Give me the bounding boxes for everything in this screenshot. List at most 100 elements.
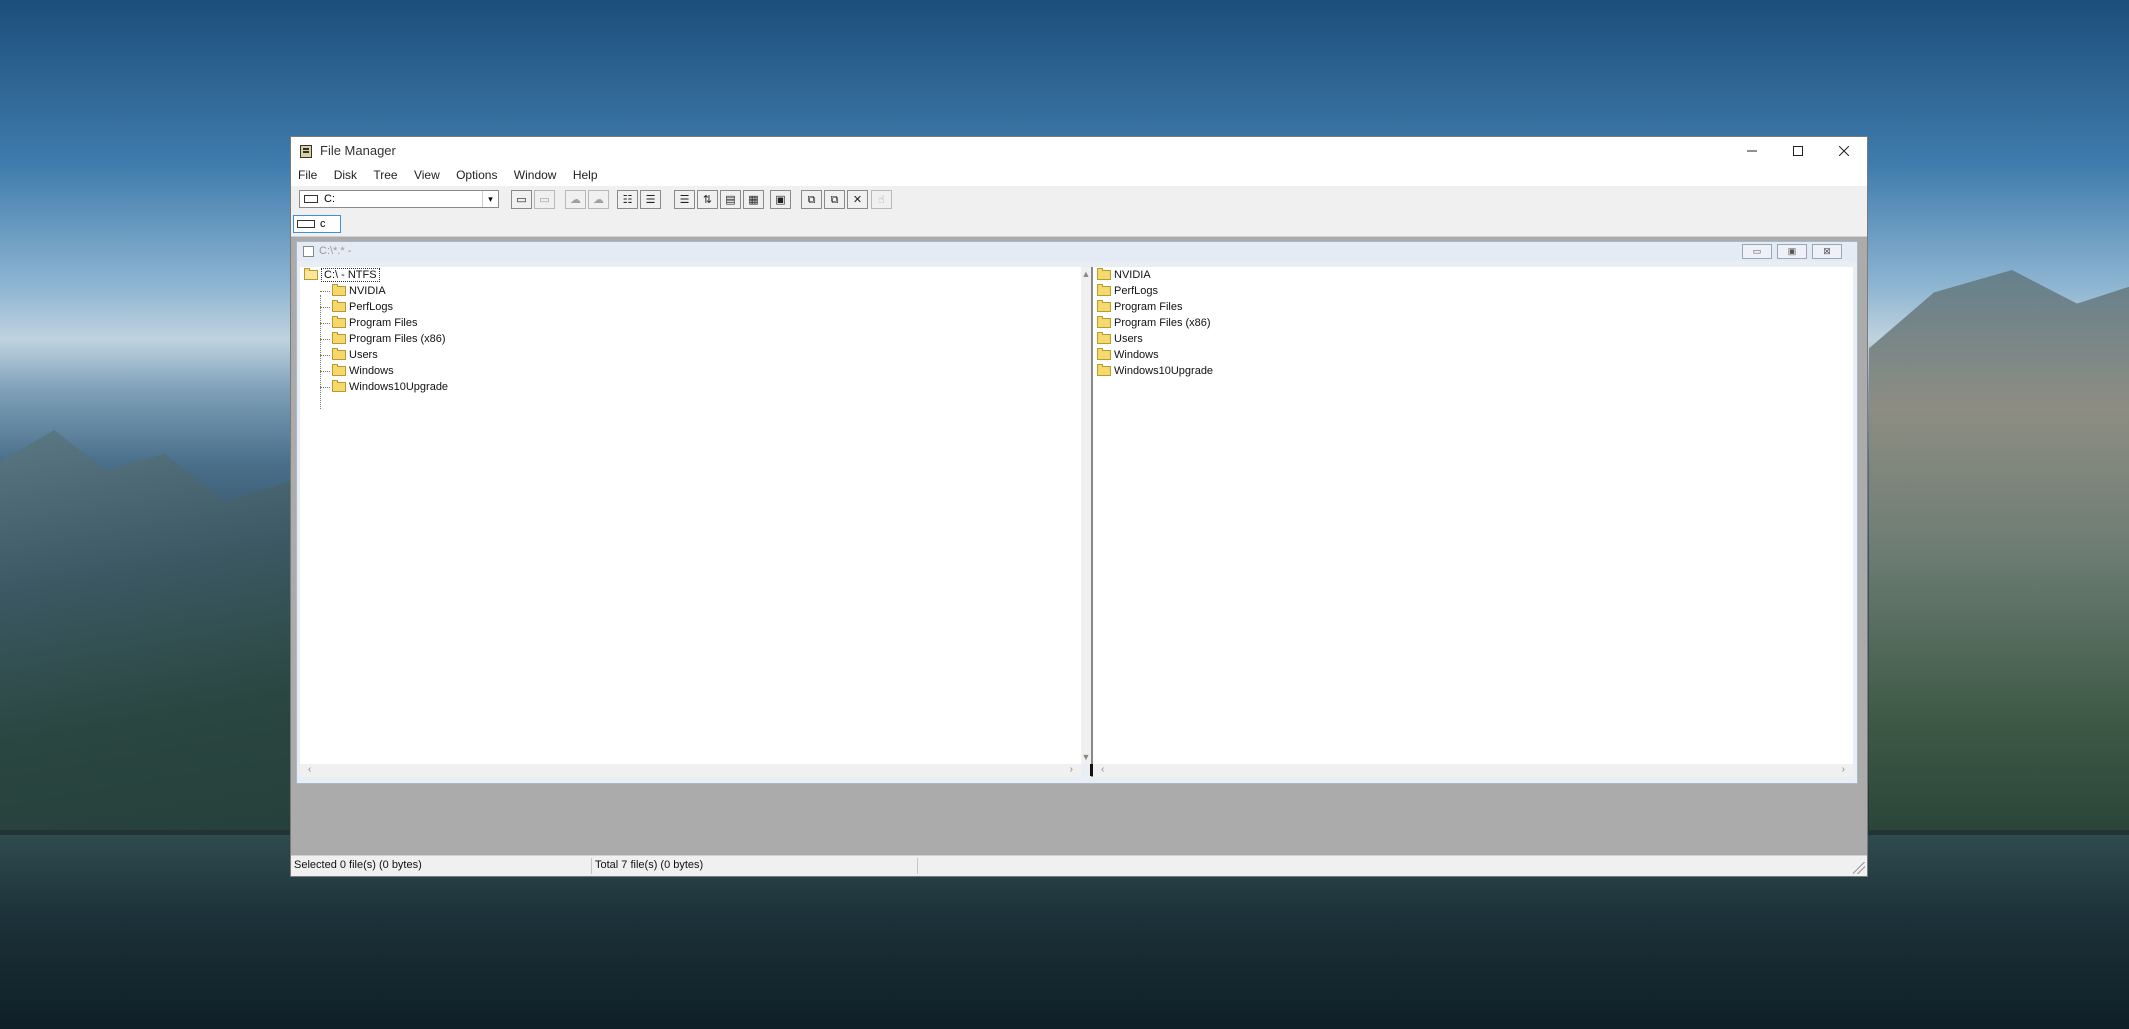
sort-by-size-button[interactable]: ▦ [743, 190, 764, 209]
list-item[interactable]: Program Files [1097, 299, 1182, 315]
directory-window-title: C:\*.* - [319, 245, 352, 257]
close-icon: ⊠ [1823, 246, 1831, 256]
large-icons-view-button[interactable]: ☷ [617, 190, 638, 209]
title-bar[interactable]: File Manager [291, 137, 1867, 164]
drive-tab-c[interactable]: c [293, 215, 341, 233]
directory-window-close-button[interactable]: ⊠ [1812, 244, 1842, 259]
drive-select[interactable]: C: ▾ [299, 190, 499, 208]
scroll-right-icon[interactable]: › [1842, 764, 1845, 775]
folder-icon [1097, 348, 1111, 360]
file-list-pane[interactable]: NVIDIA PerfLogs Program Files Program Fi… [1093, 267, 1853, 764]
drive-tab-label: c [320, 218, 326, 230]
directory-window-title-bar[interactable]: C:\*.* - ▭ ▣ ⊠ [297, 242, 1857, 261]
directory-window-maximize-button[interactable]: ▣ [1777, 244, 1807, 259]
menu-tree[interactable]: Tree [366, 164, 403, 186]
close-button[interactable] [1821, 137, 1867, 164]
folder-icon [1097, 316, 1111, 328]
new-window-button[interactable]: ▣ [770, 190, 791, 209]
menu-window[interactable]: Window [507, 164, 563, 186]
copy-icon: ⧉ [807, 192, 816, 206]
sort-by-name-button[interactable]: ⇅ [697, 190, 718, 209]
tree-horizontal-scrollbar[interactable]: ‹ › [300, 764, 1081, 777]
network-drive-icon: ▭ [516, 193, 527, 206]
window-title: File Manager [320, 143, 396, 158]
file-list-horizontal-scrollbar[interactable]: ‹ › [1093, 764, 1853, 777]
scroll-right-icon[interactable]: › [1070, 764, 1073, 775]
tree-folder[interactable]: Program Files (x86) [332, 331, 446, 347]
chevron-down-icon[interactable]: ▾ [482, 191, 498, 207]
drive-select-value: C: [324, 193, 335, 205]
tree-folder[interactable]: Windows [332, 363, 394, 379]
scroll-left-icon[interactable]: ‹ [308, 764, 311, 775]
folder-icon [1097, 364, 1111, 376]
list-item[interactable]: Windows10Upgrade [1097, 363, 1213, 379]
paste-button[interactable]: ⧉ [824, 190, 845, 209]
pointer-icon: ☝ [878, 193, 885, 206]
tree-root-label: C:\ - NTFS [321, 268, 380, 282]
list-item[interactable]: PerfLogs [1097, 283, 1158, 299]
menu-help[interactable]: Help [566, 164, 604, 186]
details-view-button[interactable]: ☰ [674, 190, 695, 209]
list-item[interactable]: Windows [1097, 347, 1159, 363]
menu-disk[interactable]: Disk [327, 164, 363, 186]
list-item[interactable]: Users [1097, 331, 1143, 347]
sort-size-icon: ▦ [748, 193, 759, 206]
tree-root[interactable]: C:\ - NTFS [304, 267, 380, 283]
maximize-button[interactable] [1775, 137, 1821, 164]
list-item-label: Program Files (x86) [1114, 317, 1211, 329]
list-item-label: PerfLogs [1114, 285, 1159, 297]
scroll-down-icon[interactable]: ▼ [1081, 752, 1091, 762]
tree-pane[interactable]: C:\ - NTFS NVIDIA PerfLogs Program Files… [300, 267, 1081, 764]
close-icon [1839, 145, 1849, 156]
list-item[interactable]: Program Files (x86) [1097, 315, 1211, 331]
list-item-label: Windows [1114, 349, 1159, 361]
tree-folder[interactable]: PerfLogs [332, 299, 393, 315]
list-item[interactable]: NVIDIA [1097, 267, 1151, 283]
stop-sharing-button[interactable]: ☁ [588, 190, 609, 209]
wallpaper-mountain-left [0, 430, 300, 830]
delete-button[interactable]: ✕ [847, 190, 868, 209]
stop-share-icon: ☁ [593, 193, 604, 206]
status-divider [591, 858, 592, 874]
folder-icon [332, 364, 346, 376]
tree-connector [320, 291, 330, 292]
sort-type-icon: ▤ [725, 193, 736, 206]
tree-vertical-scrollbar[interactable]: ▲ ▼ [1081, 267, 1091, 764]
scroll-up-icon[interactable]: ▲ [1081, 269, 1091, 279]
menu-bar: File Disk Tree View Options Window Help [291, 164, 1867, 187]
share-icon: ☁ [570, 193, 581, 206]
minimize-button[interactable] [1729, 137, 1775, 164]
share-as-button[interactable]: ☁ [565, 190, 586, 209]
list-item-label: Windows10Upgrade [1114, 365, 1214, 377]
menu-options[interactable]: Options [449, 164, 503, 186]
copy-button[interactable]: ⧉ [801, 190, 822, 209]
directory-window-minimize-button[interactable]: ▭ [1742, 244, 1772, 259]
sort-by-type-button[interactable]: ▤ [720, 190, 741, 209]
folder-icon [332, 348, 346, 360]
list-view-button[interactable]: ☰ [640, 190, 661, 209]
tree-folder[interactable]: NVIDIA [332, 283, 386, 299]
resize-grip-icon[interactable] [1853, 862, 1865, 874]
list-icon: ☰ [645, 193, 656, 206]
help-pointer-button[interactable]: ☝ [871, 190, 892, 209]
menu-file[interactable]: File [291, 164, 323, 186]
tree-connector [320, 371, 330, 372]
folder-icon [332, 316, 346, 328]
tree-folder[interactable]: Windows10Upgrade [332, 379, 448, 395]
file-manager-app-icon[interactable] [300, 145, 312, 158]
directory-window-icon[interactable] [303, 246, 314, 257]
disconnect-network-drive-button[interactable]: ▭ [534, 190, 555, 209]
folder-icon [332, 380, 346, 392]
status-total: Total 7 file(s) (0 bytes) [595, 859, 704, 871]
scroll-left-icon[interactable]: ‹ [1101, 764, 1104, 775]
menu-view[interactable]: View [407, 164, 446, 186]
connect-network-drive-button[interactable]: ▭ [511, 190, 532, 209]
tree-folder[interactable]: Program Files [332, 315, 417, 331]
status-selected: Selected 0 file(s) (0 bytes) [294, 859, 422, 871]
folder-icon [332, 332, 346, 344]
minimize-icon [1747, 150, 1757, 151]
list-item-label: Program Files [1114, 301, 1183, 313]
tree-folder[interactable]: Users [332, 347, 378, 363]
restore-icon: ▣ [1787, 246, 1797, 256]
sort-name-icon: ⇅ [702, 193, 713, 206]
